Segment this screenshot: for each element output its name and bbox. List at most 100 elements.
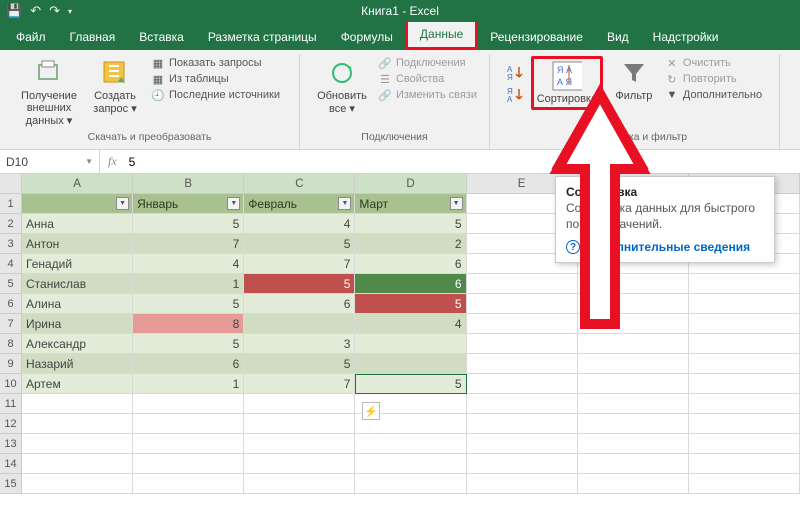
tab-addins[interactable]: Надстройки bbox=[641, 25, 731, 50]
row-header[interactable]: 12 bbox=[0, 414, 22, 434]
cell[interactable] bbox=[689, 454, 800, 474]
filter-dropdown-icon[interactable]: ▼ bbox=[450, 197, 463, 210]
cell[interactable] bbox=[578, 274, 689, 294]
cell[interactable] bbox=[467, 274, 578, 294]
refresh-all-button[interactable]: Обновить все ▾ bbox=[312, 56, 372, 115]
cell[interactable] bbox=[244, 394, 355, 414]
cell[interactable]: 7 bbox=[244, 374, 355, 394]
row-header[interactable]: 15 bbox=[0, 474, 22, 494]
col-header[interactable]: C bbox=[244, 174, 355, 194]
row-header[interactable]: 11 bbox=[0, 394, 22, 414]
cell[interactable]: 5 bbox=[133, 334, 244, 354]
cell[interactable] bbox=[689, 394, 800, 414]
cell[interactable] bbox=[689, 314, 800, 334]
cell[interactable]: Алина bbox=[22, 294, 133, 314]
cell[interactable] bbox=[467, 314, 578, 334]
row-header[interactable]: 4 bbox=[0, 254, 22, 274]
cell[interactable] bbox=[467, 394, 578, 414]
tab-home[interactable]: Главная bbox=[58, 25, 128, 50]
cell[interactable]: 7 bbox=[133, 234, 244, 254]
cell[interactable] bbox=[467, 454, 578, 474]
cell[interactable] bbox=[578, 414, 689, 434]
tab-file[interactable]: Файл bbox=[4, 25, 58, 50]
cell[interactable] bbox=[22, 454, 133, 474]
cell[interactable]: 5 bbox=[133, 214, 244, 234]
tab-insert[interactable]: Вставка bbox=[127, 25, 196, 50]
cell[interactable] bbox=[467, 354, 578, 374]
row-header[interactable]: 13 bbox=[0, 434, 22, 454]
cell[interactable] bbox=[578, 354, 689, 374]
fx-icon[interactable]: fx bbox=[100, 154, 125, 169]
cell[interactable] bbox=[689, 334, 800, 354]
cell[interactable]: 5 bbox=[244, 274, 355, 294]
cell[interactable] bbox=[689, 434, 800, 454]
cell[interactable] bbox=[689, 374, 800, 394]
cell[interactable] bbox=[22, 474, 133, 494]
cell[interactable]: Станислав bbox=[22, 274, 133, 294]
cell[interactable]: 4 bbox=[244, 214, 355, 234]
filter-dropdown-icon[interactable]: ▼ bbox=[338, 197, 351, 210]
sort-asc-button[interactable]: АЯ bbox=[507, 64, 525, 85]
sort-button[interactable]: Я АА Я Сортировка bbox=[531, 56, 603, 110]
cell[interactable] bbox=[22, 434, 133, 454]
cell[interactable]: 5 bbox=[355, 294, 466, 314]
cell[interactable]: Назарий bbox=[22, 354, 133, 374]
row-header[interactable]: 14 bbox=[0, 454, 22, 474]
from-table-button[interactable]: ▦Из таблицы bbox=[151, 72, 280, 86]
cell[interactable]: 4 bbox=[355, 314, 466, 334]
row-header[interactable]: 3 bbox=[0, 234, 22, 254]
cell[interactable] bbox=[689, 294, 800, 314]
cell[interactable] bbox=[133, 394, 244, 414]
formula-input[interactable] bbox=[125, 155, 800, 169]
new-query-button[interactable]: Создать запрос ▾ bbox=[85, 56, 145, 115]
row-header[interactable]: 8 bbox=[0, 334, 22, 354]
cell[interactable]: 6 bbox=[355, 254, 466, 274]
edit-links-button[interactable]: 🔗Изменить связи bbox=[378, 88, 477, 102]
cell[interactable] bbox=[244, 434, 355, 454]
col-header[interactable]: B bbox=[133, 174, 244, 194]
cell[interactable] bbox=[689, 474, 800, 494]
cell[interactable]: Антон bbox=[22, 234, 133, 254]
cell[interactable] bbox=[467, 334, 578, 354]
tab-formulas[interactable]: Формулы bbox=[329, 25, 405, 50]
cell[interactable]: 5 bbox=[355, 374, 466, 394]
reapply-filter-button[interactable]: ↻Повторить bbox=[665, 72, 762, 86]
cell[interactable] bbox=[578, 294, 689, 314]
col-header[interactable]: A bbox=[22, 174, 133, 194]
cell[interactable] bbox=[467, 374, 578, 394]
cell[interactable]: 6 bbox=[244, 294, 355, 314]
redo-icon[interactable]: ↷ bbox=[49, 3, 60, 19]
recent-sources-button[interactable]: 🕘Последние источники bbox=[151, 88, 280, 102]
cell[interactable] bbox=[467, 414, 578, 434]
cell[interactable]: 5 bbox=[244, 354, 355, 374]
save-icon[interactable]: 💾 bbox=[6, 3, 22, 19]
cell[interactable]: Анна bbox=[22, 214, 133, 234]
cell[interactable] bbox=[578, 334, 689, 354]
filter-button[interactable]: Фильтр bbox=[609, 56, 659, 102]
cell[interactable] bbox=[578, 474, 689, 494]
cell[interactable] bbox=[133, 454, 244, 474]
table-header[interactable]: Январь▼ bbox=[133, 194, 244, 214]
cell[interactable] bbox=[578, 434, 689, 454]
row-header[interactable]: 6 bbox=[0, 294, 22, 314]
cell[interactable] bbox=[22, 414, 133, 434]
table-header[interactable]: Март▼ bbox=[355, 194, 466, 214]
cell[interactable]: 6 bbox=[133, 354, 244, 374]
show-queries-button[interactable]: ▦Показать запросы bbox=[151, 56, 280, 70]
cell[interactable] bbox=[355, 454, 466, 474]
cell[interactable] bbox=[244, 474, 355, 494]
cell[interactable] bbox=[244, 414, 355, 434]
cell[interactable] bbox=[355, 334, 466, 354]
cell[interactable] bbox=[244, 454, 355, 474]
cell[interactable]: 6 bbox=[355, 274, 466, 294]
cell[interactable] bbox=[467, 474, 578, 494]
cell[interactable] bbox=[578, 314, 689, 334]
select-all-corner[interactable] bbox=[0, 174, 22, 194]
cell[interactable]: Артем bbox=[22, 374, 133, 394]
cell[interactable] bbox=[133, 414, 244, 434]
row-header[interactable]: 10 bbox=[0, 374, 22, 394]
advanced-filter-button[interactable]: ▼Дополнительно bbox=[665, 88, 762, 102]
cell[interactable]: 1 bbox=[133, 374, 244, 394]
cell[interactable]: 3 bbox=[244, 334, 355, 354]
tab-review[interactable]: Рецензирование bbox=[478, 25, 595, 50]
